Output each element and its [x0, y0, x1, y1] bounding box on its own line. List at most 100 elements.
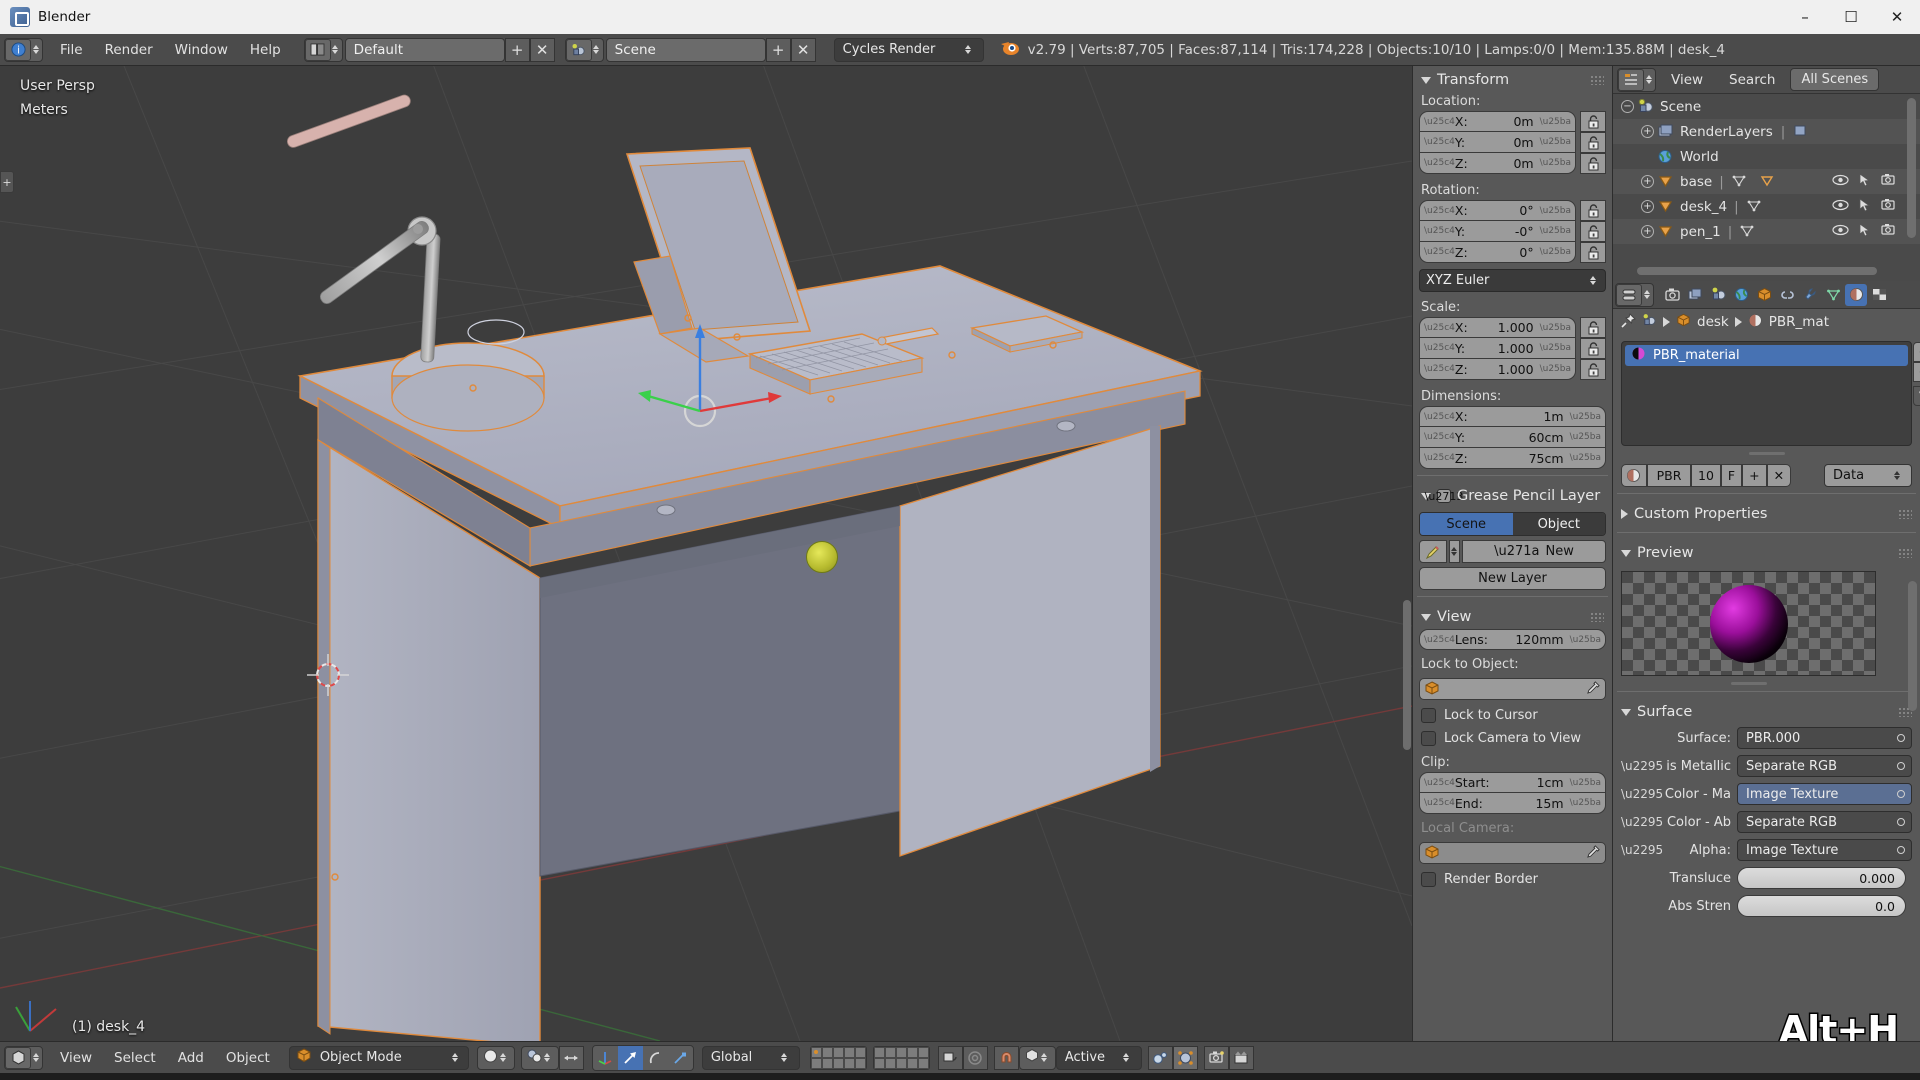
expander-icon[interactable]: + [1641, 125, 1654, 138]
surface-row[interactable]: \u2295 is Metallic Separate RGB [1613, 752, 1920, 780]
grease-pencil-enable-checkbox[interactable]: \u2713 [1425, 489, 1463, 503]
location-lock-buttons[interactable] [1580, 111, 1606, 174]
node-socket-icon[interactable] [1897, 818, 1905, 826]
lock-camera-to-view-checkbox[interactable] [1421, 731, 1436, 746]
screen-layout-name[interactable]: Default [344, 37, 505, 62]
outliner-row-desk_4[interactable]: + desk_4 | [1613, 194, 1920, 219]
location-y-field[interactable]: \u25c4 Y: 0m \u25ba [1419, 132, 1576, 153]
manipulator-rotate-button[interactable] [642, 1045, 668, 1070]
scale-lock-buttons[interactable] [1580, 317, 1606, 380]
snap-target-dropdown[interactable]: Active [1055, 1045, 1142, 1070]
renderable-camera-icon[interactable] [1881, 173, 1896, 190]
rotation-mode-dropdown[interactable]: XYZ Euler [1419, 269, 1606, 292]
lock-scale-z-icon[interactable] [1580, 359, 1606, 380]
view-panel-header[interactable]: View [1413, 603, 1612, 629]
3dview-editor-spinner[interactable] [31, 1053, 42, 1062]
lock-object-modes-button[interactable] [937, 1045, 963, 1070]
tab-scene[interactable] [1707, 284, 1729, 306]
transform-panel-header[interactable]: Transform [1413, 66, 1612, 92]
gp-tab-scene[interactable]: Scene [1420, 513, 1513, 535]
collapse-triangle-icon[interactable] [1421, 76, 1431, 84]
clip-fields[interactable]: \u25c4 Start: 1cm \u25ba \u25c4 End: 15m \u2… [1419, 772, 1606, 814]
expander-icon[interactable]: + [1641, 225, 1654, 238]
expander-icon[interactable]: − [1621, 100, 1634, 113]
dimensions-fields[interactable]: \u25c4 X: 1m \u25ba \u25c4 Y: 60cm \u25ba \u… [1419, 406, 1606, 469]
render-animation-button[interactable] [1228, 1045, 1254, 1070]
material-datablock-bar[interactable]: PBR 10 F + ✕ Data [1621, 464, 1912, 487]
editor-type-selector-properties[interactable] [1615, 282, 1654, 307]
lock-to-cursor-checkbox[interactable] [1421, 708, 1436, 723]
render-border-checkbox[interactable] [1421, 872, 1436, 887]
surface-row[interactable]: Transluce 0.000 [1613, 864, 1920, 892]
material-slot-actions[interactable]: + − ▼ [1913, 342, 1920, 406]
scene-add-button[interactable]: + [765, 37, 791, 62]
material-users-count[interactable]: 10 [1691, 464, 1721, 487]
render-engine-dropdown[interactable]: Cycles Render [833, 37, 984, 62]
tab-constraints[interactable] [1776, 284, 1798, 306]
menu-window[interactable]: Window [164, 38, 239, 62]
outliner-display-mode-dropdown[interactable]: All Scenes [1790, 68, 1880, 91]
scene-spinner[interactable] [592, 45, 603, 54]
surface-row-slider[interactable]: 0.000 [1737, 867, 1906, 889]
breadcrumb-object-name[interactable]: desk [1697, 314, 1729, 330]
surface-row[interactable]: \u2295 Color - Ma Image Texture [1613, 780, 1920, 808]
surface-row-value[interactable]: Separate RGB [1737, 811, 1912, 833]
menu-file[interactable]: File [49, 38, 94, 62]
manipulator-enable-button[interactable] [592, 1045, 618, 1070]
lock-rotation-y-icon[interactable] [1580, 221, 1606, 242]
snap-element-spinner[interactable] [1040, 1053, 1051, 1062]
tab-object[interactable] [1753, 284, 1775, 306]
outliner-row-world[interactable]: World [1613, 144, 1920, 169]
manipulator-translate-button[interactable] [617, 1045, 643, 1070]
local-camera-field[interactable] [1419, 842, 1606, 864]
surface-row-value[interactable]: Separate RGB [1737, 755, 1912, 777]
surface-row-value[interactable]: Image Texture [1737, 783, 1912, 805]
scale-fields[interactable]: \u25c4 X: 1.000 \u25ba \u25c4 Y: 1.000 \u25b… [1419, 317, 1606, 380]
material-name-field[interactable]: PBR [1647, 464, 1691, 487]
dimension-y-field[interactable]: \u25c4 Y: 60cm \u25ba [1419, 427, 1606, 448]
collapse-triangle-icon[interactable] [1421, 613, 1431, 621]
surface-row[interactable]: \u2295 Alpha: Image Texture [1613, 836, 1920, 864]
view3d-menu-select[interactable]: Select [103, 1046, 167, 1070]
outliner-horizontal-scrollbar[interactable] [1637, 267, 1877, 275]
editor-type-selector-outliner[interactable] [1617, 67, 1656, 92]
tab-render-layers[interactable] [1684, 284, 1706, 306]
properties-breadcrumb[interactable]: desk PBR_mat [1613, 309, 1920, 335]
scene-layers-second-group[interactable] [872, 1045, 930, 1070]
outliner-editor[interactable]: View Search All Scenes − Scene + RenderL… [1612, 66, 1920, 281]
tab-object-data[interactable] [1822, 284, 1844, 306]
viewport-shading-spinner[interactable] [499, 1053, 510, 1062]
material-preview-render[interactable] [1621, 571, 1876, 676]
surface-row-value[interactable]: PBR.000 [1737, 727, 1912, 749]
lock-scale-x-icon[interactable] [1580, 317, 1606, 338]
render-image-button[interactable] [1203, 1045, 1229, 1070]
editor-type-selector-info[interactable]: i [4, 37, 43, 62]
render-engine-spinner[interactable] [964, 45, 975, 54]
properties-tab-bar[interactable] [1613, 281, 1920, 309]
selectable-cursor-icon[interactable] [1859, 197, 1871, 216]
grease-pencil-new-button[interactable]: \u271a New [1462, 540, 1606, 563]
dimension-z-field[interactable]: \u25c4 Z: 75cm \u25ba [1419, 448, 1606, 469]
manipulate-center-points-button[interactable] [558, 1045, 584, 1070]
collapse-triangle-icon[interactable] [1621, 549, 1631, 557]
proportional-editing-icon[interactable] [1147, 1045, 1173, 1070]
rotation-mode-spinner[interactable] [1588, 276, 1599, 285]
scale-z-field[interactable]: \u25c4 Z: 1.000 \u25ba [1419, 359, 1576, 380]
material-slot-list[interactable]: PBR_material + − ▼ [1621, 341, 1920, 446]
outliner-editor-spinner[interactable] [1644, 75, 1655, 84]
view3d-menu-view[interactable]: View [49, 1046, 103, 1070]
expander-icon[interactable]: + [1641, 175, 1654, 188]
material-type-spinner[interactable] [1892, 471, 1903, 480]
manipulator-toggle-group[interactable] [591, 1044, 694, 1071]
transform-orientation-spinner[interactable] [780, 1053, 791, 1062]
interaction-mode-dropdown[interactable]: Object Mode [288, 1045, 469, 1070]
grease-pencil-new-layer-button[interactable]: New Layer [1419, 567, 1606, 590]
viewport-shading-dropdown[interactable] [476, 1045, 515, 1070]
lock-location-z-icon[interactable] [1580, 153, 1606, 174]
custom-properties-panel-header[interactable]: Custom Properties [1613, 500, 1920, 526]
viewport-vertical-scrollbar[interactable] [1403, 600, 1411, 750]
pivot-point-dropdown[interactable] [520, 1045, 559, 1070]
manipulator-scale-button[interactable] [667, 1045, 693, 1070]
pin-icon[interactable] [1621, 312, 1636, 332]
dimension-x-field[interactable]: \u25c4 X: 1m \u25ba [1419, 406, 1606, 427]
